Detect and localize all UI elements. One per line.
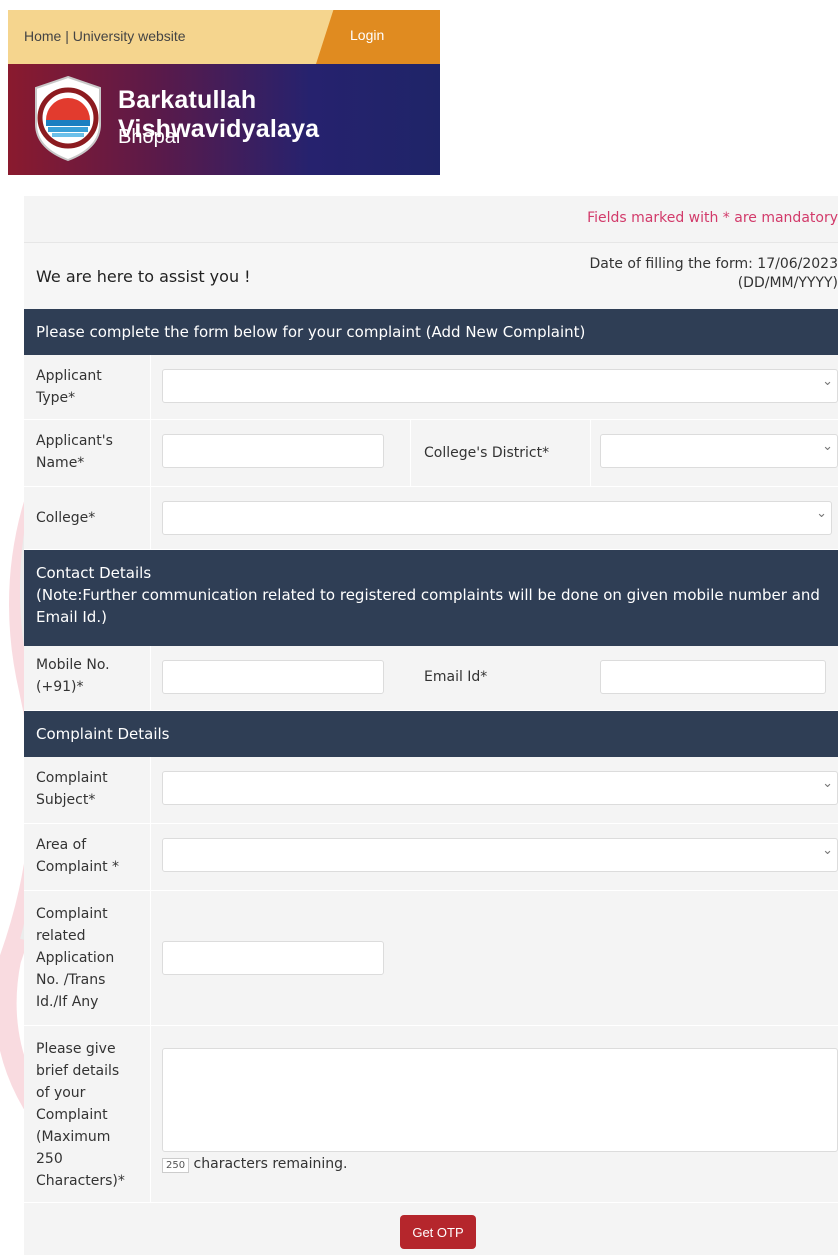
applicant-name-input[interactable]: [162, 434, 384, 468]
brand-banner: Barkatullah Vishwavidyalaya Bhopal: [8, 64, 440, 175]
applicant-type-label: Applicant Type*: [36, 368, 102, 406]
divider: [150, 420, 151, 486]
row-applicant-type: Applicant Type*: [24, 355, 838, 420]
divider: [150, 646, 151, 710]
char-count-box: 250: [162, 1158, 190, 1173]
college-select[interactable]: [162, 501, 832, 535]
application-no-input[interactable]: [162, 941, 384, 975]
divider: [150, 824, 151, 890]
date-line: Date of filling the form: 17/06/2023: [589, 256, 838, 272]
divider: [150, 891, 151, 1025]
top-links[interactable]: Home | University website: [24, 28, 186, 44]
get-otp-button[interactable]: Get OTP: [400, 1215, 476, 1249]
row-contact: Mobile No. (+91)* Email Id*: [24, 646, 838, 711]
application-no-label: Complaint related Application No. /Trans…: [36, 906, 115, 1010]
university-logo-icon: [35, 75, 101, 162]
char-counter: 250 characters remaining.: [162, 1156, 347, 1173]
complaint-details-header: Complaint Details: [24, 711, 838, 757]
char-remaining-text: characters remaining.: [193, 1156, 348, 1172]
divider: [150, 757, 151, 823]
applicant-type-select[interactable]: [162, 369, 838, 403]
login-button[interactable]: Login: [316, 10, 440, 64]
area-label: Area of Complaint *: [36, 837, 120, 875]
section-title-new-complaint: Please complete the form below for your …: [24, 309, 838, 355]
assist-row: We are here to assist you ! Date of fill…: [24, 243, 838, 309]
contact-details-header: Contact Details (Note:Further communicat…: [24, 550, 838, 646]
divider: [590, 420, 591, 486]
complaint-subject-select[interactable]: [162, 771, 838, 805]
divider: [150, 355, 151, 419]
college-district-select[interactable]: [600, 434, 838, 468]
mandatory-row: Fields marked with * are mandatory: [24, 196, 838, 243]
college-label: College*: [36, 510, 96, 526]
mandatory-note: Fields marked with * are mandatory: [587, 210, 838, 226]
contact-note: (Note:Further communication related to r…: [36, 586, 820, 626]
assist-text: We are here to assist you !: [36, 267, 251, 286]
mobile-input[interactable]: [162, 660, 384, 694]
date-format: (DD/MM/YYYY): [737, 275, 838, 291]
row-applicant-name: Applicant's Name* College's District*: [24, 420, 838, 487]
row-area: Area of Complaint *: [24, 824, 838, 891]
top-bar: Home | University website Login: [8, 10, 440, 64]
login-label: Login: [350, 27, 385, 43]
row-complaint-subject: Complaint Subject*: [24, 757, 838, 824]
email-label: Email Id*: [424, 669, 488, 685]
college-district-label: College's District*: [424, 445, 550, 461]
area-select[interactable]: [162, 838, 838, 872]
divider: [410, 420, 411, 486]
divider: [150, 1026, 151, 1202]
divider: [150, 487, 151, 549]
row-details: Please give brief details of your Compla…: [24, 1026, 838, 1203]
brand-city: Bhopal: [118, 126, 181, 148]
date-info: Date of filling the form: 17/06/2023 (DD…: [590, 255, 838, 293]
complaint-subject-label: Complaint Subject*: [36, 770, 108, 808]
complaint-form: Fields marked with * are mandatory We ar…: [24, 196, 838, 1255]
email-input[interactable]: [600, 660, 826, 694]
contact-title: Contact Details: [36, 564, 152, 582]
details-label: Please give brief details of your Compla…: [36, 1041, 125, 1189]
row-application-no: Complaint related Application No. /Trans…: [24, 891, 838, 1026]
details-textarea[interactable]: [162, 1048, 838, 1152]
applicant-name-label: Applicant's Name*: [36, 433, 113, 471]
form-footer: Get OTP: [24, 1203, 838, 1255]
row-college: College*: [24, 487, 838, 550]
mobile-label: Mobile No. (+91)*: [36, 657, 110, 695]
site-header: Home | University website Login Barkatul…: [8, 10, 440, 175]
